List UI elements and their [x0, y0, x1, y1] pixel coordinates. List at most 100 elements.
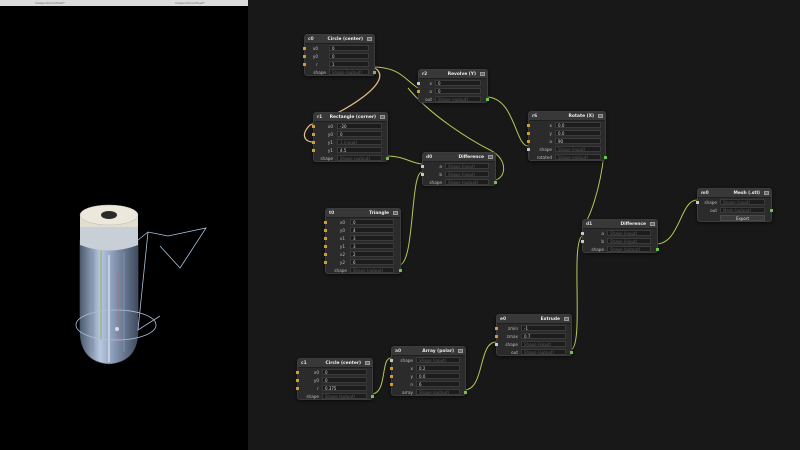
- output-port[interactable]: [604, 155, 607, 159]
- input-port[interactable]: [417, 81, 420, 85]
- output-port[interactable]: [386, 156, 389, 160]
- input-port[interactable]: [696, 200, 699, 204]
- output-port[interactable]: [373, 70, 376, 74]
- node-header[interactable]: c0 Circle (center): [305, 35, 374, 44]
- input-port[interactable]: [312, 132, 315, 136]
- node-header[interactable]: e0 Extrude: [497, 315, 571, 324]
- input-port[interactable]: [390, 366, 393, 370]
- menu-icon[interactable]: [365, 360, 370, 365]
- node-c0[interactable]: c0 Circle (center) x0 0 y0 0 r1 shape Shape…: [303, 34, 376, 76]
- node-m0[interactable]: m0 Mesh (.stl) shape Shape (input) out Mes…: [696, 188, 773, 222]
- param-input[interactable]: 0.0: [416, 373, 460, 379]
- param-input[interactable]: 0: [322, 377, 367, 383]
- output-port[interactable]: [371, 394, 374, 398]
- input-port[interactable]: [312, 148, 315, 152]
- node-header[interactable]: a0 Array (polar): [392, 347, 465, 356]
- input-port[interactable]: [581, 231, 584, 235]
- menu-icon[interactable]: [764, 190, 769, 195]
- input-port[interactable]: [324, 252, 327, 256]
- param-input[interactable]: 0: [329, 45, 369, 51]
- node-header[interactable]: r1 Rectangle (corner): [314, 113, 387, 122]
- param-input[interactable]: 6: [350, 259, 394, 265]
- node-d0[interactable]: d0 Difference a Shape (input) b Shape (inp…: [421, 152, 497, 186]
- param-input[interactable]: 0: [435, 88, 481, 94]
- input-port[interactable]: [581, 239, 584, 243]
- input-port[interactable]: [495, 326, 498, 330]
- input-port[interactable]: [303, 46, 306, 50]
- input-port[interactable]: [312, 124, 315, 128]
- param-input[interactable]: 0: [329, 53, 369, 59]
- node-header[interactable]: r6 Rotate (X): [529, 112, 605, 121]
- input-port[interactable]: [390, 374, 393, 378]
- input-port[interactable]: [527, 123, 530, 127]
- input-port[interactable]: [324, 244, 327, 248]
- input-port[interactable]: [324, 220, 327, 224]
- input-port[interactable]: [324, 236, 327, 240]
- param-input[interactable]: 3: [350, 243, 394, 249]
- input-port[interactable]: [527, 131, 530, 135]
- output-port[interactable]: [486, 97, 489, 101]
- node-e0[interactable]: e0 Extrude zmin -1 zmax 0.7 shape Shape (in…: [495, 314, 573, 356]
- 3d-viewport[interactable]: Viewport/ComPosit* Viewport/ComPosit*: [0, 0, 248, 450]
- menu-icon[interactable]: [564, 316, 569, 321]
- param-input[interactable]: 4.5: [337, 147, 382, 153]
- menu-icon[interactable]: [458, 348, 463, 353]
- param-input[interactable]: 0: [350, 219, 394, 225]
- menu-icon[interactable]: [480, 71, 485, 76]
- param-input[interactable]: 6: [416, 381, 460, 387]
- output-port[interactable]: [770, 208, 773, 212]
- input-port[interactable]: [296, 370, 299, 374]
- output-port[interactable]: [494, 180, 497, 184]
- input-port[interactable]: [312, 140, 315, 144]
- node-header[interactable]: d0 Difference: [423, 153, 495, 162]
- param-input[interactable]: 90: [555, 138, 601, 144]
- input-port[interactable]: [495, 334, 498, 338]
- input-port[interactable]: [324, 228, 327, 232]
- input-port[interactable]: [390, 382, 393, 386]
- node-r6[interactable]: r6 Rotate (X) x 0.0 y 0.0 a 90 shape Shape (…: [527, 111, 607, 161]
- menu-icon[interactable]: [367, 36, 372, 41]
- param-input[interactable]: 1: [329, 61, 369, 67]
- input-port[interactable]: [495, 342, 498, 346]
- param-input[interactable]: 0: [337, 131, 382, 137]
- input-port[interactable]: [417, 89, 420, 93]
- output-port[interactable]: [656, 247, 659, 251]
- node-t0[interactable]: t0 Triangle x0 0 y0 4 x1 3 y1 3 x2 2 y2 6 shap…: [324, 208, 402, 274]
- node-header[interactable]: t0 Triangle: [326, 209, 400, 218]
- node-r2[interactable]: r2 Revolve (Y) x0 a0 out Shape (output): [417, 69, 489, 103]
- menu-icon[interactable]: [393, 210, 398, 215]
- input-port[interactable]: [421, 172, 424, 176]
- input-port[interactable]: [303, 54, 306, 58]
- param-input[interactable]: 1 (input): [337, 139, 382, 145]
- input-port[interactable]: [296, 386, 299, 390]
- param-input[interactable]: 0.375: [322, 385, 367, 391]
- node-header[interactable]: c1 Circle (center): [298, 359, 372, 368]
- node-a0[interactable]: a0 Array (polar) shape Shape (input) x 0.2…: [390, 346, 467, 396]
- node-c1[interactable]: c1 Circle (center) x0 0 y0 0 r 0.375 shape S…: [296, 358, 374, 400]
- menu-icon[interactable]: [598, 113, 603, 118]
- input-port[interactable]: [527, 147, 530, 151]
- input-port[interactable]: [296, 378, 299, 382]
- param-input[interactable]: 2: [350, 251, 394, 257]
- export-button[interactable]: Export: [720, 215, 765, 221]
- node-header[interactable]: m0 Mesh (.stl): [698, 189, 771, 198]
- param-input[interactable]: 0: [322, 369, 367, 375]
- input-port[interactable]: [421, 164, 424, 168]
- node-header[interactable]: r2 Revolve (Y): [419, 70, 487, 79]
- param-input[interactable]: -20: [337, 123, 382, 129]
- param-input[interactable]: 0.0: [555, 130, 601, 136]
- param-input[interactable]: 0: [435, 80, 481, 86]
- param-input[interactable]: 3: [350, 235, 394, 241]
- output-port[interactable]: [399, 268, 402, 272]
- input-port[interactable]: [527, 139, 530, 143]
- input-port[interactable]: [390, 358, 393, 362]
- input-port[interactable]: [324, 260, 327, 264]
- rendered-model[interactable]: [0, 0, 248, 450]
- param-input[interactable]: 0.2: [416, 365, 460, 371]
- node-d1[interactable]: d1 Difference a Shape (input) b Shape (inp…: [581, 219, 659, 253]
- output-port[interactable]: [464, 390, 467, 394]
- menu-icon[interactable]: [380, 114, 385, 119]
- menu-icon[interactable]: [488, 154, 493, 159]
- node-r1[interactable]: r1 Rectangle (corner) x0 -20 y0 0 y1 1 (inp…: [312, 112, 389, 162]
- menu-icon[interactable]: [650, 221, 655, 226]
